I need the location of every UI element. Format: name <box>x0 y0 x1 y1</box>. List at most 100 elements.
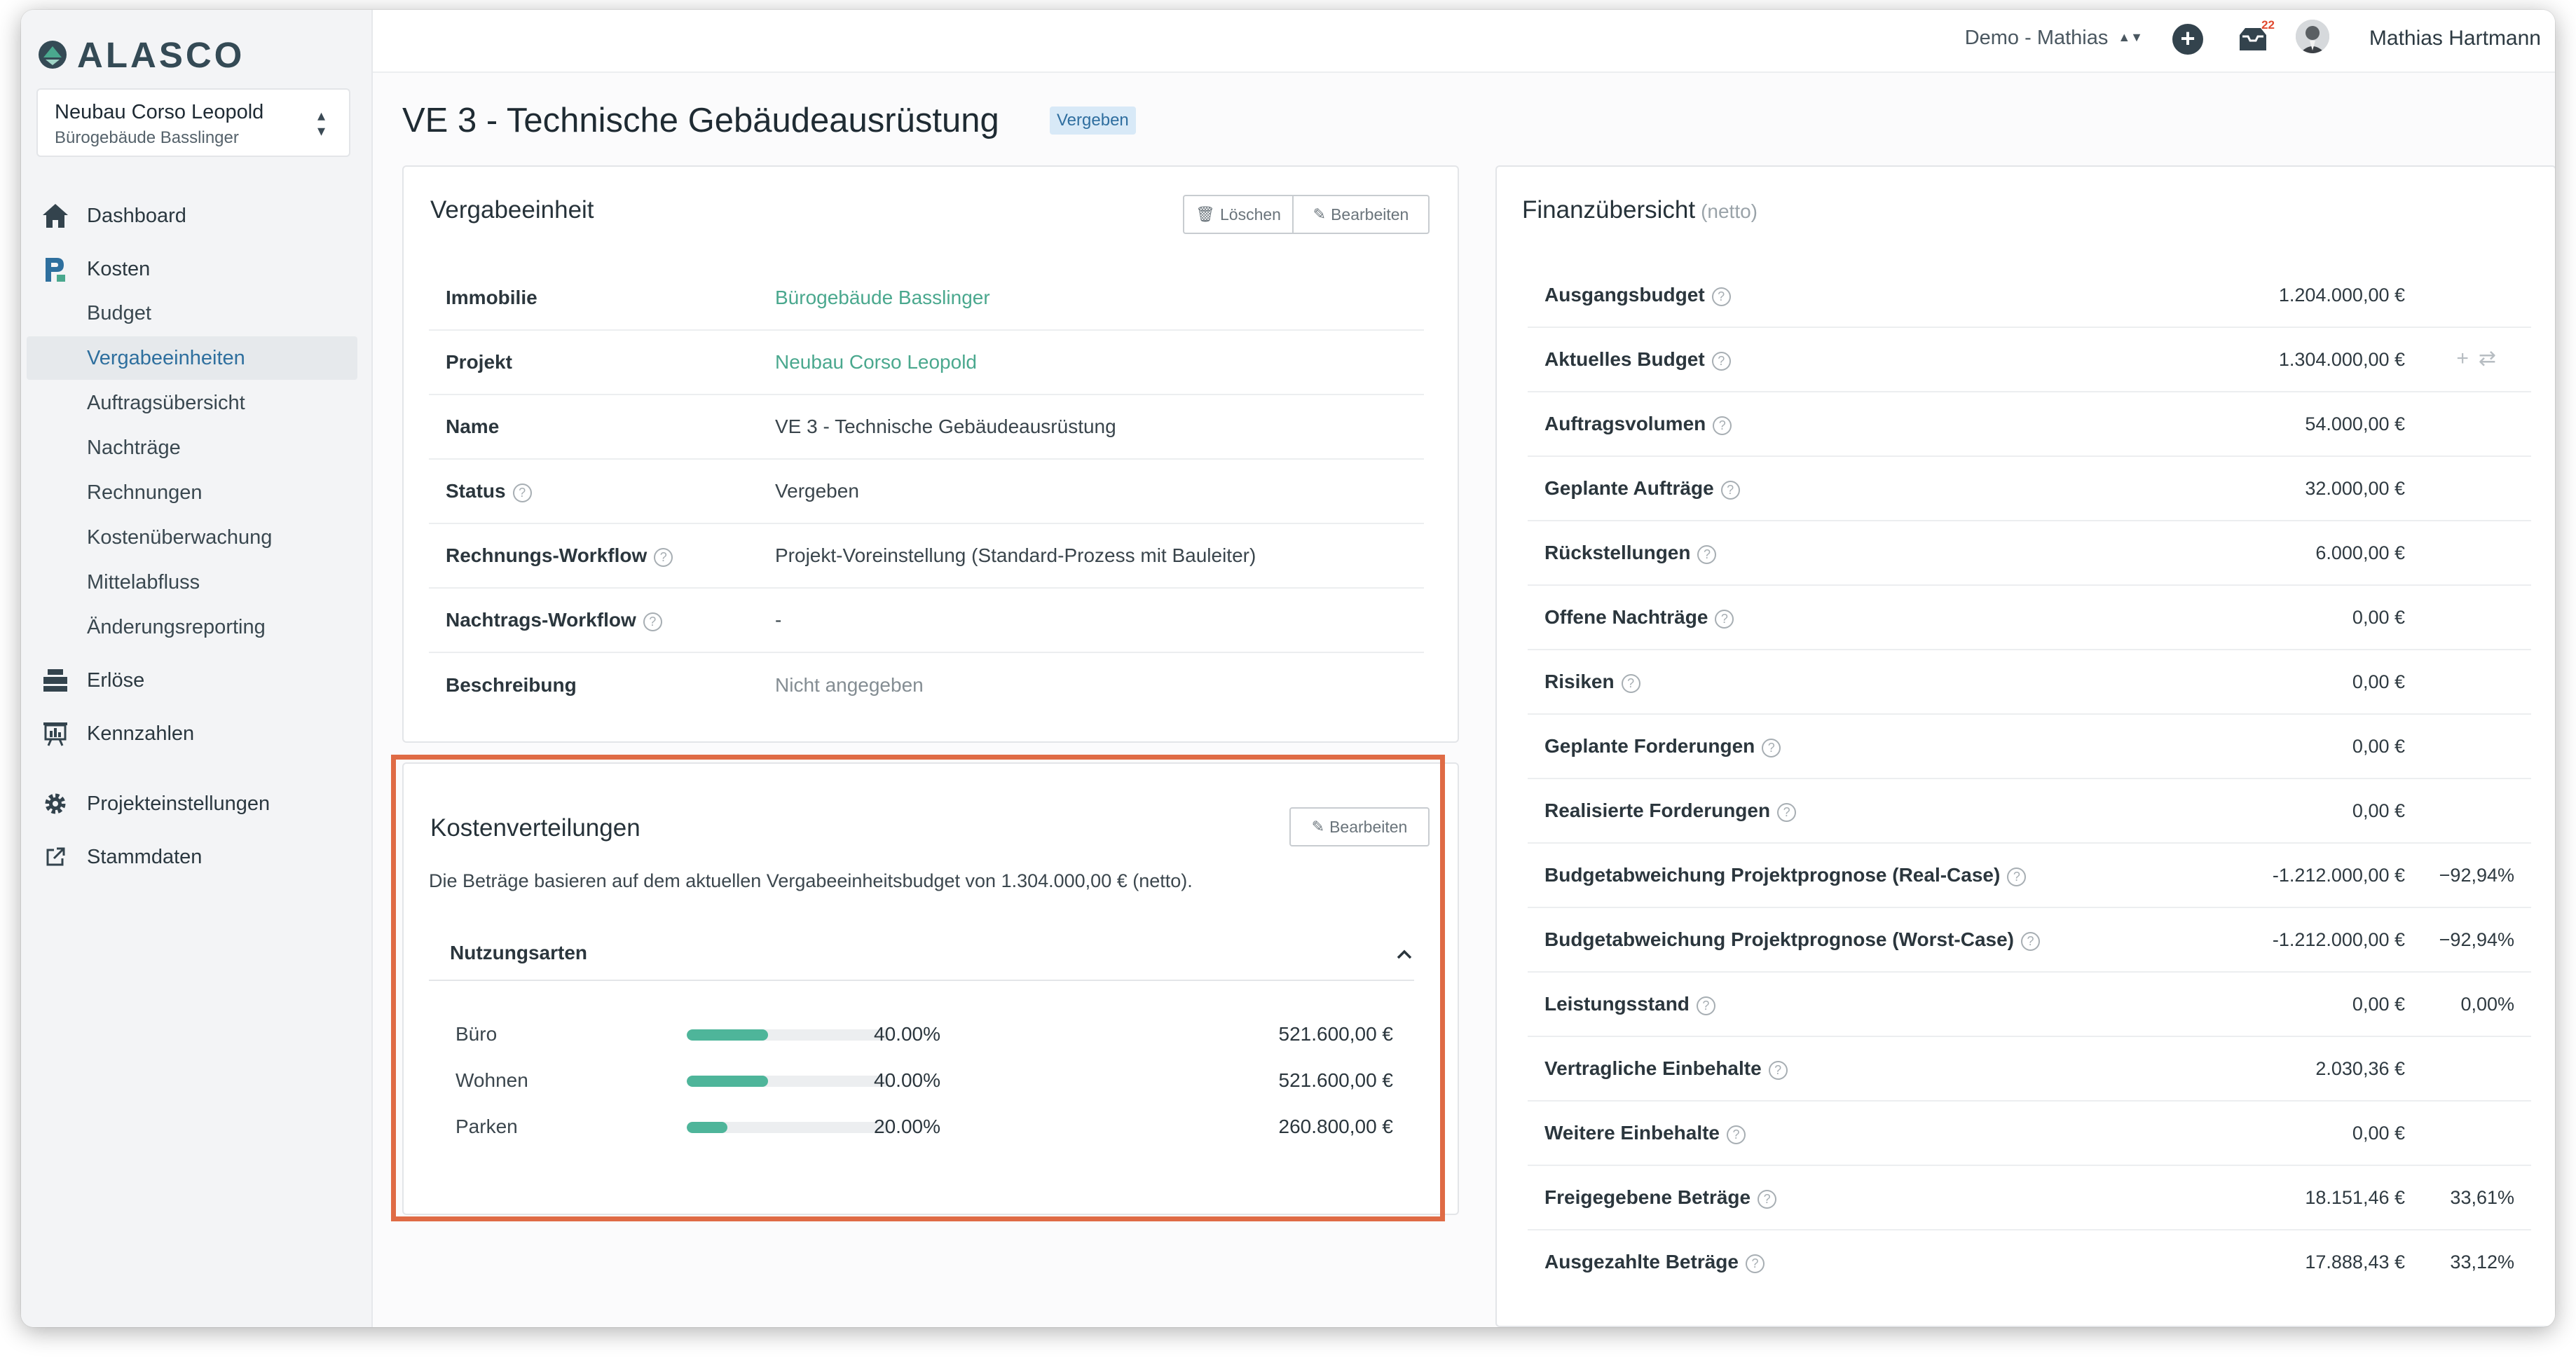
help-icon[interactable]: ? <box>1711 287 1731 306</box>
detail-row-rechnungs-workflow: Rechnungs-Workflow? Projekt-Voreinstellu… <box>429 524 1424 589</box>
finanz-label: Ausgezahlte Beträge? <box>1544 1251 1765 1273</box>
nav-budget[interactable]: Budget <box>21 292 373 335</box>
finanzuebersicht-subtitle: (netto) <box>1701 200 1758 222</box>
table-row: Auftragsvolumen? 54.000,00 € <box>1528 392 2531 457</box>
table-row: Leistungsstand? 0,00 € 0,00% <box>1528 973 2531 1037</box>
nav-projekteinstellungen-label: Projekteinstellungen <box>87 792 270 815</box>
nav-erloese[interactable]: Erlöse <box>21 658 373 703</box>
nav-vergabeeinheiten[interactable]: Vergabeeinheiten <box>27 336 357 380</box>
nav-budget-label: Budget <box>87 301 151 324</box>
delete-label: Löschen <box>1219 205 1281 224</box>
detail-value: Vergeben <box>775 480 859 502</box>
help-icon[interactable]: ? <box>654 548 673 567</box>
detail-value: Projekt-Voreinstellung (Standard-Prozess… <box>775 544 1256 566</box>
detail-row-name: Name VE 3 - Technische Gebäudeausrüstung <box>429 395 1424 460</box>
help-icon[interactable]: ? <box>2007 867 2027 886</box>
budget-actions: +⇄ <box>2456 346 2506 371</box>
finanz-percent: −92,94% <box>2439 929 2514 950</box>
detail-row-immobilie: Immobilie Bürogebäude Basslinger <box>429 266 1424 331</box>
nav-erloese-label: Erlöse <box>87 668 145 692</box>
detail-row-beschreibung: Beschreibung Nicht angegeben <box>429 653 1424 718</box>
table-row: Ausgangsbudget? 1.204.000,00 € <box>1528 263 2531 328</box>
delete-button[interactable]: 🗑 Löschen <box>1183 195 1294 234</box>
workspace-selector[interactable]: Demo - Mathias ▲▼ <box>1965 27 2143 50</box>
table-row: Realisierte Forderungen? 0,00 € <box>1528 779 2531 844</box>
nav-kostenueberwachung[interactable]: Kostenüberwachung <box>21 516 373 559</box>
nav-kennzahlen[interactable]: Kennzahlen <box>21 711 373 756</box>
finanz-label: Budgetabweichung Projektprognose (Real-C… <box>1544 864 2027 886</box>
finanz-value: 0,00 € <box>2352 994 2405 1015</box>
app-window: ALASCO Neubau Corso Leopold Bürogebäude … <box>21 10 2555 1327</box>
finanz-value: 0,00 € <box>2352 1123 2405 1144</box>
detail-label: Rechnungs-Workflow? <box>446 544 673 567</box>
notification-count: 22 <box>2261 18 2275 32</box>
finanz-label: Auftragsvolumen? <box>1544 413 1732 435</box>
alasco-logo[interactable]: ALASCO <box>36 35 245 75</box>
help-icon[interactable]: ? <box>1758 1190 1777 1209</box>
help-icon[interactable]: ? <box>643 612 662 631</box>
help-icon[interactable]: ? <box>1727 1125 1746 1144</box>
logo-icon <box>39 41 67 69</box>
help-icon[interactable]: ? <box>1715 610 1734 629</box>
finanz-label: Budgetabweichung Projektprognose (Worst-… <box>1544 928 2040 951</box>
detail-label: Name <box>446 416 500 437</box>
nav-stammdaten-label: Stammdaten <box>87 845 203 868</box>
finanz-value: 6.000,00 € <box>2315 542 2405 563</box>
help-icon[interactable]: ? <box>1768 1061 1788 1080</box>
finanz-label: Freigegebene Beträge? <box>1544 1186 1777 1209</box>
project-name: Neubau Corso Leopold <box>55 101 264 123</box>
add-icon[interactable]: + <box>2456 347 2479 370</box>
nav-auftragsuebersicht[interactable]: Auftragsübersicht <box>21 381 373 425</box>
projekt-link[interactable]: Neubau Corso Leopold <box>775 351 977 373</box>
chevron-up-down-icon: ▲▼ <box>2118 30 2143 44</box>
detail-label: Status? <box>446 480 532 502</box>
nav-kosten-label: Kosten <box>87 257 151 280</box>
help-icon[interactable]: ? <box>1745 1254 1765 1273</box>
finanz-label: Offene Nachträge? <box>1544 606 1734 629</box>
nav-nachtraege[interactable]: Nachträge <box>21 426 373 469</box>
nav-mittelabfluss[interactable]: Mittelabfluss <box>21 561 373 604</box>
help-icon[interactable]: ? <box>1621 674 1640 693</box>
edit-button[interactable]: ✎ Bearbeiten <box>1292 195 1430 234</box>
help-icon[interactable]: ? <box>2021 932 2040 951</box>
immobilie-link[interactable]: Bürogebäude Basslinger <box>775 287 990 309</box>
finanz-value: 0,00 € <box>2352 736 2405 757</box>
user-name[interactable]: Mathias Hartmann <box>2369 27 2541 50</box>
detail-label: Beschreibung <box>446 674 577 696</box>
help-icon[interactable]: ? <box>512 483 532 502</box>
detail-value: Nicht angegeben <box>775 674 924 696</box>
table-row: Risiken? 0,00 € <box>1528 650 2531 715</box>
nav-dashboard[interactable]: Dashboard <box>21 193 373 238</box>
nav-kosten[interactable]: Kosten <box>21 247 373 292</box>
nav-rechnungen[interactable]: Rechnungen <box>21 471 373 514</box>
presentation-chart-icon <box>39 718 71 750</box>
highlight-frame <box>391 755 1445 1221</box>
project-selector[interactable]: Neubau Corso Leopold Bürogebäude Basslin… <box>36 88 350 157</box>
help-icon[interactable]: ? <box>1696 996 1715 1015</box>
notifications-button[interactable]: 22 <box>2237 18 2275 53</box>
help-icon[interactable]: ? <box>1777 803 1797 822</box>
table-row: Rückstellungen? 6.000,00 € <box>1528 521 2531 586</box>
add-icon[interactable]: + <box>2172 24 2203 55</box>
help-icon[interactable]: ? <box>1713 416 1732 435</box>
nav-aenderungsreporting-label: Änderungsreporting <box>87 615 266 638</box>
nav-stammdaten[interactable]: Stammdaten <box>21 835 373 879</box>
help-icon[interactable]: ? <box>1711 352 1731 371</box>
finanz-label: Rückstellungen? <box>1544 542 1717 564</box>
help-icon[interactable]: ? <box>1697 545 1717 564</box>
chevron-up-down-icon: ▴ ▾ <box>317 107 325 139</box>
nav-aenderungsreporting[interactable]: Änderungsreporting <box>21 605 373 649</box>
finanz-value: 1.204.000,00 € <box>2278 284 2405 306</box>
help-icon[interactable]: ? <box>1720 481 1740 500</box>
detail-value: VE 3 - Technische Gebäudeausrüstung <box>775 416 1116 437</box>
finanz-value: 32.000,00 € <box>2305 478 2405 499</box>
avatar[interactable] <box>2296 20 2329 53</box>
detail-label: Immobilie <box>446 287 537 308</box>
finanz-value: 17.888,43 € <box>2305 1251 2405 1273</box>
help-icon[interactable]: ? <box>1762 739 1781 757</box>
trash-icon: 🗑 <box>1195 205 1215 223</box>
nav-projekteinstellungen[interactable]: Projekteinstellungen <box>21 781 373 826</box>
detail-label: Nachtrags-Workflow? <box>446 609 662 631</box>
transfer-icon[interactable]: ⇄ <box>2479 347 2506 370</box>
home-icon <box>39 200 71 232</box>
